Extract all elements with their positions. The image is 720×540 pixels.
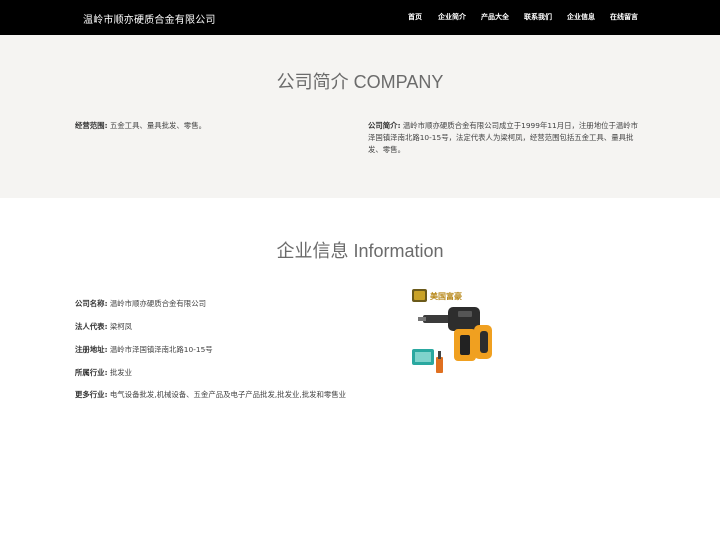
company-intro-label: 公司简介: bbox=[368, 121, 401, 130]
info-value: 温岭市泽国镇泽南北路10-15号 bbox=[109, 345, 213, 354]
brand-logo-text: 美国富豪 bbox=[430, 291, 462, 301]
nav-products[interactable]: 产品大全 bbox=[481, 12, 509, 22]
company-section: 公司简介 COMPANY 经营范围: 五金工具、量具批发、零售。 公司简介: 温… bbox=[0, 35, 720, 198]
main-nav: 首页 企业简介 产品大全 联系我们 企业信息 在线留言 bbox=[0, 12, 720, 24]
nav-company-intro[interactable]: 企业简介 bbox=[438, 12, 466, 22]
information-section-title: 企业信息 Information bbox=[276, 241, 444, 261]
nav-contact[interactable]: 联系我们 bbox=[524, 12, 552, 22]
info-row-company-name: 公司名称: 温岭市顺亦硬质合金有限公司 bbox=[75, 298, 355, 310]
info-label: 更多行业: bbox=[75, 390, 108, 399]
business-scope-label: 经营范围: bbox=[75, 121, 108, 130]
info-label: 法人代表: bbox=[75, 322, 108, 331]
company-intro: 公司简介: 温岭市顺亦硬质合金有限公司成立于1999年11月日，注册地位于温岭市… bbox=[368, 120, 644, 156]
nav-company-info[interactable]: 企业信息 bbox=[567, 12, 595, 22]
info-value: 梁柯凤 bbox=[109, 322, 133, 331]
info-value: 批发业 bbox=[109, 368, 133, 377]
business-scope-value: 五金工具、量具批发、零售。 bbox=[109, 121, 206, 130]
info-row-industry: 所属行业: 批发业 bbox=[75, 367, 355, 379]
top-navbar: 温岭市顺亦硬质合金有限公司 首页 企业简介 产品大全 联系我们 企业信息 在线留… bbox=[0, 0, 720, 35]
company-intro-value: 温岭市顺亦硬质合金有限公司成立于1999年11月日，注册地位于温岭市泽国镇泽南北… bbox=[368, 121, 639, 154]
info-label: 注册地址: bbox=[75, 345, 108, 354]
hammer-drill-icon: 美国富豪 bbox=[412, 289, 492, 373]
business-scope: 经营范围: 五金工具、量具批发、零售。 bbox=[75, 120, 335, 132]
company-section-title: 公司简介 COMPANY bbox=[276, 72, 444, 92]
info-value: 温岭市顺亦硬质合金有限公司 bbox=[109, 299, 206, 308]
hammer-drill-product-image[interactable]: 美国富豪 bbox=[408, 285, 500, 380]
info-row-legal-rep: 法人代表: 梁柯凤 bbox=[75, 321, 355, 333]
info-value: 电气设备批发,机械设备、五金产品及电子产品批发,批发业,批发和零售业 bbox=[109, 390, 347, 399]
nav-home[interactable]: 首页 bbox=[408, 12, 422, 22]
info-row-address: 注册地址: 温岭市泽国镇泽南北路10-15号 bbox=[75, 344, 355, 356]
info-label: 所属行业: bbox=[75, 368, 108, 377]
info-row-more-industry: 更多行业: 电气设备批发,机械设备、五金产品及电子产品批发,批发业,批发和零售业 bbox=[75, 389, 355, 401]
nav-message[interactable]: 在线留言 bbox=[610, 12, 638, 22]
info-label: 公司名称: bbox=[75, 299, 108, 308]
